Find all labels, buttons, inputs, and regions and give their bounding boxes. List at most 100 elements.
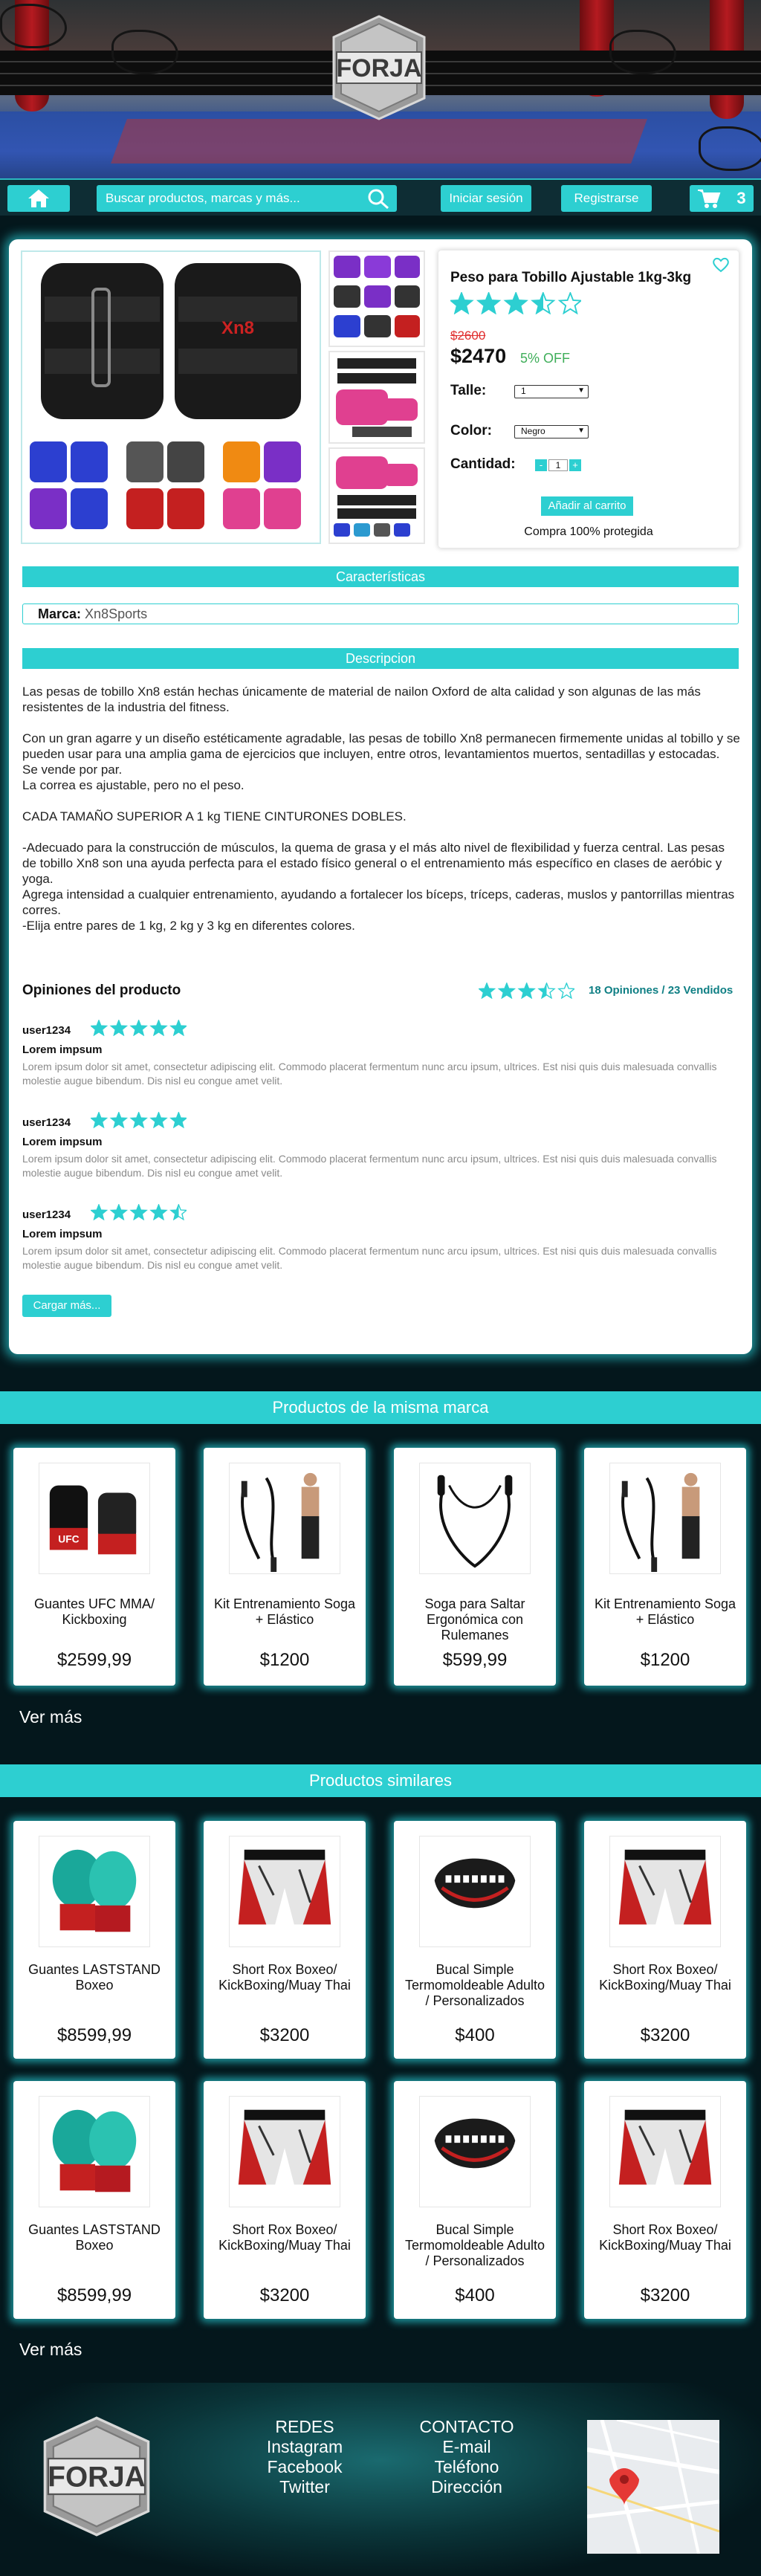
star-icon [477, 982, 496, 1000]
footer-logo-text: FORJA [48, 2462, 145, 2494]
product-image[interactable] [419, 1463, 531, 1574]
image-brand-text: Xn8 [221, 318, 254, 338]
features-heading: Características [22, 566, 739, 587]
register-button[interactable]: Registrarse [561, 185, 652, 212]
old-price: $2600 [450, 329, 486, 343]
twitter-link[interactable]: Twitter [245, 2477, 364, 2497]
brand-label: Marca: [38, 606, 82, 621]
star-icon [497, 982, 516, 1000]
qty-plus-button[interactable]: + [569, 459, 581, 471]
star-icon [149, 1019, 168, 1037]
product-image[interactable] [229, 1463, 340, 1574]
product-card-item[interactable]: UFC Guantes UFC MMA/ Kickboxing $2599,99 [13, 1448, 175, 1686]
review-title: Lorem impsum [22, 1228, 103, 1240]
product-image[interactable] [229, 2096, 340, 2207]
home-button[interactable] [7, 185, 70, 212]
heart-icon[interactable] [712, 256, 730, 273]
email-link[interactable]: E-mail [407, 2437, 526, 2457]
size-select[interactable]: 1 ▼ [514, 385, 589, 398]
product-card-item[interactable]: Kit Entrenamiento Soga + Elástico $1200 [584, 1448, 746, 1686]
facebook-link[interactable]: Facebook [245, 2457, 364, 2477]
description-paragraph: Con un gran agarre y un diseño estéticam… [22, 731, 740, 761]
product-card-item[interactable]: Bucal Simple Termomoldeable Adulto / Per… [394, 2081, 556, 2319]
product-card-item[interactable]: Bucal Simple Termomoldeable Adulto / Per… [394, 1821, 556, 2059]
product-name[interactable]: Guantes LASTSTAND Boxeo [21, 2222, 168, 2253]
cart-button[interactable]: 3 [690, 185, 754, 212]
star-icon [537, 982, 556, 1000]
thumb-image [336, 358, 418, 437]
product-card-item[interactable]: Guantes LASTSTAND Boxeo $8599,99 [13, 1821, 175, 2059]
product-name[interactable]: Short Rox Boxeo/ KickBoxing/Muay Thai [592, 2222, 739, 2253]
product-image[interactable]: UFC [39, 1463, 150, 1574]
product-image[interactable] [39, 1836, 150, 1947]
product-name[interactable]: Kit Entrenamiento Soga + Elástico [211, 1596, 358, 1628]
thumbnail-2[interactable] [328, 351, 425, 444]
phone-link[interactable]: Teléfono [407, 2457, 526, 2477]
color-select[interactable]: Negro ▼ [514, 425, 589, 438]
location-map[interactable] [587, 2420, 719, 2554]
search-bar[interactable] [97, 185, 397, 212]
search-input[interactable] [97, 185, 364, 212]
product-image[interactable] [609, 1836, 721, 1947]
product-price: $3200 [259, 2285, 310, 2305]
product-name[interactable]: Bucal Simple Termomoldeable Adulto / Per… [401, 2222, 548, 2269]
buy-box: Peso para Tobillo Ajustable 1kg-3kg $260… [438, 250, 739, 548]
product-name[interactable]: Short Rox Boxeo/ KickBoxing/Muay Thai [211, 2222, 358, 2253]
login-button[interactable]: Iniciar sesión [441, 185, 531, 212]
thumbnail-3[interactable] [328, 447, 425, 544]
hero-banner: FORJA [0, 0, 761, 178]
address-link[interactable]: Dirección [407, 2477, 526, 2497]
review-title: Lorem impsum [22, 1043, 103, 1056]
product-card-item[interactable]: Short Rox Boxeo/ KickBoxing/Muay Thai $32… [584, 2081, 746, 2319]
product-image[interactable] [229, 1836, 340, 1947]
product-card-item[interactable]: Short Rox Boxeo/ KickBoxing/Muay Thai $32… [584, 1821, 746, 2059]
star-icon [169, 1111, 188, 1129]
add-to-cart-button[interactable]: Añadir al carrito [541, 496, 633, 516]
review-user: user1234 [22, 1116, 71, 1129]
same-brand-more-link[interactable]: Ver más [19, 1707, 82, 1727]
search-icon[interactable] [367, 188, 389, 209]
product-card-item[interactable]: Short Rox Boxeo/ KickBoxing/Muay Thai $32… [204, 1821, 366, 2059]
footer-social-column: REDES Instagram Facebook Twitter [245, 2417, 364, 2497]
description-paragraph: -Elija entre pares de 1 kg, 2 kg y 3 kg … [22, 919, 355, 933]
product-name[interactable]: Short Rox Boxeo/ KickBoxing/Muay Thai [211, 1962, 358, 1993]
product-image[interactable] [609, 2096, 721, 2207]
reviews-heading: Opiniones del producto [22, 983, 181, 998]
footer-logo[interactable]: FORJA [41, 2416, 152, 2537]
color-value: Negro [521, 426, 545, 436]
star-icon [149, 1203, 168, 1221]
product-image[interactable] [609, 1463, 721, 1574]
load-more-button[interactable]: Cargar más... [22, 1295, 111, 1317]
product-image[interactable] [419, 2096, 531, 2207]
product-card-item[interactable]: Short Rox Boxeo/ KickBoxing/Muay Thai $32… [204, 2081, 366, 2319]
product-card-item[interactable]: Kit Entrenamiento Soga + Elástico $1200 [204, 1448, 366, 1686]
product-name[interactable]: Guantes LASTSTAND Boxeo [21, 1962, 168, 1993]
product-name[interactable]: Guantes UFC MMA/ Kickboxing [21, 1596, 168, 1628]
product-main-image[interactable]: Xn8 [21, 250, 321, 544]
qty-input[interactable]: 1 [548, 459, 568, 471]
thumbnail-1[interactable] [328, 250, 425, 347]
product-name[interactable]: Kit Entrenamiento Soga + Elástico [592, 1596, 739, 1628]
contact-heading: CONTACTO [419, 2417, 514, 2436]
qty-minus-button[interactable]: - [535, 459, 547, 471]
forja-logo[interactable]: FORJA [331, 15, 427, 120]
product-price: $3200 [259, 2025, 310, 2045]
review-title: Lorem impsum [22, 1136, 103, 1148]
product-card-item[interactable]: Soga para Saltar Ergonómica con Rulemane… [394, 1448, 556, 1686]
star-icon [476, 291, 502, 315]
review-body: Lorem ipsum dolor sit amet, consectetur … [22, 1153, 717, 1179]
product-name[interactable]: Short Rox Boxeo/ KickBoxing/Muay Thai [592, 1962, 739, 1993]
product-stars [449, 291, 583, 315]
product-name[interactable]: Bucal Simple Termomoldeable Adulto / Per… [401, 1962, 548, 2009]
product-image[interactable] [39, 2096, 150, 2207]
similar-more-link[interactable]: Ver más [19, 2340, 82, 2360]
review-stars [89, 1019, 188, 1037]
product-card: Xn8 Peso para Tobillo Ajustable 1kg-3kg … [9, 239, 752, 1354]
product-rating [449, 291, 583, 318]
instagram-link[interactable]: Instagram [245, 2437, 364, 2457]
product-name[interactable]: Soga para Saltar Ergonómica con Rulemane… [401, 1596, 548, 1643]
product-image[interactable] [419, 1836, 531, 1947]
review-rating [89, 1111, 188, 1132]
brand-value: Xn8Sports [85, 606, 148, 621]
product-card-item[interactable]: Guantes LASTSTAND Boxeo $8599,99 [13, 2081, 175, 2319]
